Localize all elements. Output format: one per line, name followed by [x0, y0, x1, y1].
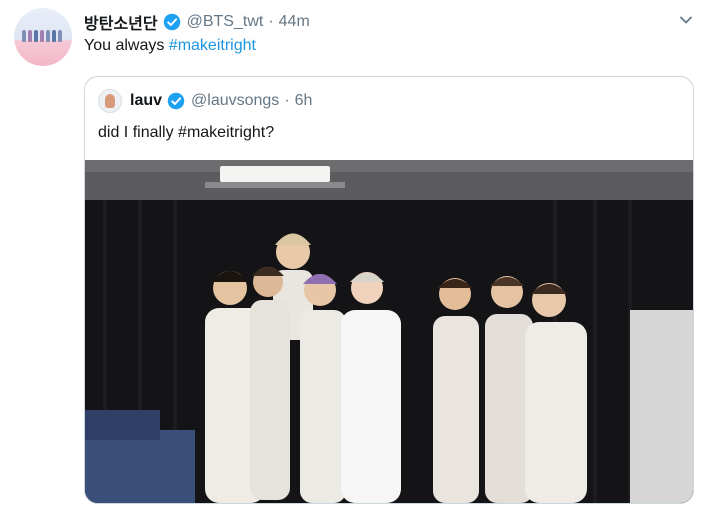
- tweet-text: You always #makeitright: [84, 37, 256, 55]
- group-photo-illustration: [85, 160, 693, 503]
- tweet-timestamp[interactable]: 44m: [279, 13, 310, 31]
- quoted-display-name[interactable]: lauv: [130, 92, 162, 110]
- quoted-tweet-card[interactable]: lauv @lauvsongs · 6h did I finally #make…: [84, 76, 694, 504]
- separator-dot: ·: [284, 92, 290, 109]
- hashtag-link[interactable]: #makeitright: [169, 37, 256, 54]
- quoted-tweet-timestamp[interactable]: 6h: [295, 92, 313, 110]
- group-photo[interactable]: [85, 160, 693, 503]
- quoted-user-handle[interactable]: @lauvsongs: [191, 92, 279, 110]
- quoted-tweet-header: lauv @lauvsongs · 6h: [98, 89, 312, 113]
- avatar-group-figures: [22, 30, 62, 42]
- user-handle[interactable]: @BTS_twt: [187, 13, 264, 31]
- separator-dot: ·: [268, 13, 274, 30]
- verified-badge-icon: [163, 13, 180, 31]
- profile-avatar[interactable]: [14, 8, 72, 66]
- quoted-avatar[interactable]: [98, 89, 122, 113]
- tweet-header: 방탄소년단 @BTS_twt · 44m: [84, 10, 310, 34]
- tweet-text-body: You always: [84, 37, 169, 54]
- display-name[interactable]: 방탄소년단: [84, 10, 158, 34]
- quoted-tweet-text: did I finally #makeitright?: [98, 124, 275, 141]
- verified-badge-icon: [167, 92, 185, 110]
- chevron-down-icon[interactable]: [678, 12, 694, 28]
